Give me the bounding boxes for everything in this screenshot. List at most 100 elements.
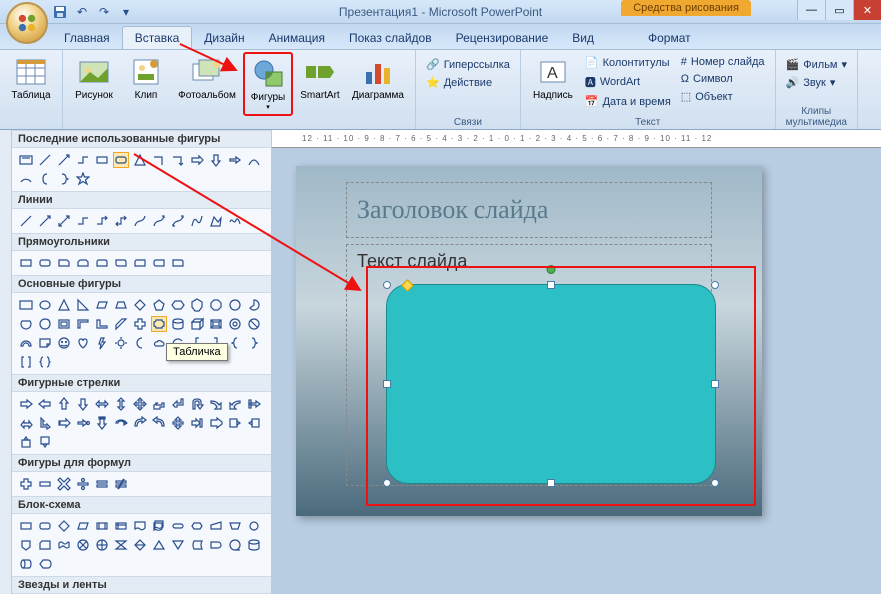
shape-fc-internal[interactable]	[113, 518, 129, 534]
shape-elbow[interactable]	[151, 152, 167, 168]
shape-braces[interactable]	[37, 354, 53, 370]
shape-sun[interactable]	[113, 335, 129, 351]
shape-fc-connector[interactable]	[246, 518, 262, 534]
shape-half-frame[interactable]	[75, 316, 91, 332]
tab-home[interactable]: Главная	[52, 27, 122, 49]
shape-fc-tape[interactable]	[56, 537, 72, 553]
shape-fc-decision[interactable]	[56, 518, 72, 534]
shape-arrow-misc10[interactable]	[170, 415, 186, 431]
slidenumber-button[interactable]: #Номер слайда	[677, 54, 769, 70]
shape-arrow-down1[interactable]	[208, 152, 224, 168]
shape-rect-8[interactable]	[151, 255, 167, 271]
wordart-button[interactable]: 🅰WordArt	[581, 72, 675, 92]
shape-smiley[interactable]	[56, 335, 72, 351]
shape-rounded-rectangle[interactable]	[113, 152, 129, 168]
shape-arrow-misc5[interactable]	[75, 415, 91, 431]
shape-lightning[interactable]	[94, 335, 110, 351]
shape-arrow-curved-r[interactable]	[208, 396, 224, 412]
shape-arrow-misc11[interactable]	[189, 415, 205, 431]
tab-design[interactable]: Дизайн	[192, 27, 256, 49]
shape-brace-r[interactable]	[246, 335, 262, 351]
sound-button[interactable]: 🔊Звук ▾	[782, 74, 851, 91]
shape-fc-extract[interactable]	[151, 537, 167, 553]
shape-cross[interactable]	[132, 316, 148, 332]
shape-fc-sum[interactable]	[75, 537, 91, 553]
close-button[interactable]: ✕	[853, 0, 881, 20]
shape-equals[interactable]	[94, 476, 110, 492]
shape-minus[interactable]	[37, 476, 53, 492]
shape-line-7[interactable]	[132, 213, 148, 229]
shape-brackets[interactable]	[18, 354, 34, 370]
shapes-button[interactable]: Фигуры ▾	[243, 52, 293, 116]
shape-fc-manual-input[interactable]	[208, 518, 224, 534]
shape-donut[interactable]	[227, 316, 243, 332]
shape-trapezoid[interactable]	[113, 297, 129, 313]
shape-heptagon[interactable]	[189, 297, 205, 313]
shape-hexagon[interactable]	[170, 297, 186, 313]
shape-fc-merge[interactable]	[170, 537, 186, 553]
shape-line-6[interactable]	[113, 213, 129, 229]
shape-arrow-lr[interactable]	[94, 396, 110, 412]
shape-oval[interactable]	[37, 297, 53, 313]
tab-view[interactable]: Вид	[560, 27, 606, 49]
shape-arrow-bent1[interactable]	[151, 396, 167, 412]
action-button[interactable]: ⭐Действие	[422, 74, 514, 91]
redo-icon[interactable]: ↷	[96, 4, 112, 20]
shape-not-equal[interactable]	[113, 476, 129, 492]
shape-arrow-d[interactable]	[75, 396, 91, 412]
shape-block-arrow[interactable]	[227, 152, 243, 168]
shape-rect-7[interactable]	[132, 255, 148, 271]
shape-fc-collate[interactable]	[113, 537, 129, 553]
shape-arrow-misc2[interactable]	[18, 415, 34, 431]
shape-arrow-ud[interactable]	[113, 396, 129, 412]
shape-chord[interactable]	[18, 316, 34, 332]
shape-bracket-left[interactable]	[37, 171, 53, 187]
shape-arrow-callout3[interactable]	[18, 434, 34, 450]
shape-arrow-bent2[interactable]	[170, 396, 186, 412]
shape-frame[interactable]	[56, 316, 72, 332]
shape-fc-document[interactable]	[132, 518, 148, 534]
shape-rect-4[interactable]	[75, 255, 91, 271]
shape-fc-stored[interactable]	[189, 537, 205, 553]
shape-decagon[interactable]	[227, 297, 243, 313]
tab-slideshow[interactable]: Показ слайдов	[337, 27, 444, 49]
shape-rect-3[interactable]	[56, 255, 72, 271]
shape-line-9[interactable]	[170, 213, 186, 229]
shape-fc-manual-op[interactable]	[227, 518, 243, 534]
shape-no-symbol[interactable]	[246, 316, 262, 332]
shape-diag-stripe[interactable]	[113, 316, 129, 332]
chart-button[interactable]: Диаграмма	[347, 52, 409, 116]
shape-elbow-arrow[interactable]	[170, 152, 186, 168]
movie-button[interactable]: 🎬Фильм ▾	[782, 56, 851, 73]
shape-triangle[interactable]	[132, 152, 148, 168]
shape-star[interactable]	[75, 171, 91, 187]
textbox-button[interactable]: A Надпись	[527, 52, 579, 116]
shape-divide[interactable]	[75, 476, 91, 492]
shape-fc-terminator[interactable]	[170, 518, 186, 534]
shape-rect-9[interactable]	[170, 255, 186, 271]
shape-arrow-r[interactable]	[18, 396, 34, 412]
shape-line-3[interactable]	[56, 213, 72, 229]
table-button[interactable]: Таблица	[6, 52, 56, 116]
tab-format[interactable]: Формат	[636, 27, 703, 49]
slides-thumbnail-strip[interactable]	[0, 130, 12, 594]
shape-fc-process[interactable]	[18, 518, 34, 534]
shape-fc-seq[interactable]	[227, 537, 243, 553]
clip-button[interactable]: Клип	[121, 52, 171, 116]
shape-parallelogram[interactable]	[94, 297, 110, 313]
shape-arrow-u[interactable]	[56, 396, 72, 412]
shape-arrow-callout4[interactable]	[37, 434, 53, 450]
shape-freeform[interactable]	[208, 213, 224, 229]
shape-pentagon[interactable]	[151, 297, 167, 313]
shape-arrow-callout2[interactable]	[246, 415, 262, 431]
shape-line-5[interactable]	[94, 213, 110, 229]
shape-pie[interactable]	[246, 297, 262, 313]
shape-cloud[interactable]	[151, 335, 167, 351]
shape-arrow-uturn[interactable]	[189, 396, 205, 412]
symbol-button[interactable]: ΩСимвол	[677, 71, 769, 87]
shape-arrow-l[interactable]	[37, 396, 53, 412]
undo-icon[interactable]: ↶	[74, 4, 90, 20]
slide[interactable]: Заголовок слайда Текст слайда	[296, 166, 762, 516]
shape-rect-1[interactable]	[18, 255, 34, 271]
shape-line[interactable]	[37, 152, 53, 168]
